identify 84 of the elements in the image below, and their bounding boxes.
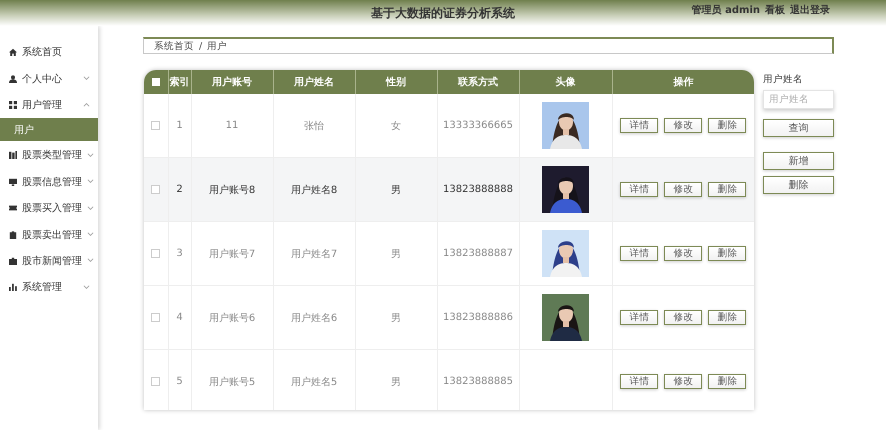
column-header: 头像 bbox=[556, 77, 576, 88]
row-checkbox[interactable] bbox=[151, 248, 160, 258]
row-checkbox[interactable] bbox=[151, 312, 160, 322]
app-title: 基于大数据的证券分析系统 bbox=[371, 6, 515, 20]
home-icon bbox=[9, 48, 17, 56]
column-header: 索引 bbox=[170, 77, 190, 88]
table-cell: 13823888886 bbox=[443, 312, 513, 323]
table-cell: 13823888888 bbox=[443, 184, 513, 195]
table-cell: 用户账号5 bbox=[208, 376, 256, 388]
action-button[interactable]: 删除 bbox=[708, 246, 746, 261]
ticket-icon bbox=[9, 204, 17, 212]
action-button[interactable]: 详情 bbox=[620, 246, 658, 261]
action-button[interactable]: 删除 bbox=[708, 118, 746, 133]
action-button[interactable]: 修改 bbox=[664, 310, 702, 325]
column-header: 联系方式 bbox=[458, 77, 498, 88]
table-cell: 4 bbox=[176, 312, 183, 323]
action-button[interactable]: 详情 bbox=[620, 118, 658, 133]
bar-chart-icon bbox=[9, 283, 17, 292]
sidebar-item[interactable]: 股票信息管理 bbox=[0, 168, 98, 195]
table-cell: 用户姓名8 bbox=[290, 184, 338, 196]
row-checkbox[interactable] bbox=[151, 184, 160, 194]
sidebar-item[interactable]: 个人中心 bbox=[0, 65, 98, 92]
grid-icon bbox=[9, 100, 17, 109]
sidebar-item[interactable]: 系统管理 bbox=[0, 274, 98, 301]
sidebar-item[interactable]: 用户管理 bbox=[0, 92, 98, 118]
table-cell: 1 bbox=[176, 120, 183, 131]
table-cell: 用户账号8 bbox=[208, 184, 256, 196]
table-cell: 女 bbox=[391, 120, 401, 132]
table-cell: 13823888887 bbox=[443, 248, 513, 259]
breadcrumb-item[interactable]: 用户 bbox=[207, 40, 228, 52]
column-header: 用户账号 bbox=[212, 77, 252, 88]
table-cell: 男 bbox=[391, 184, 401, 196]
action-button[interactable]: 修改 bbox=[664, 374, 702, 389]
action-button[interactable]: 删除 bbox=[708, 310, 746, 325]
table-cell: 用户姓名6 bbox=[290, 312, 338, 324]
sidebar-item[interactable]: 股票卖出管理 bbox=[0, 221, 98, 248]
table-cell: 2 bbox=[176, 184, 183, 195]
book-icon bbox=[9, 151, 17, 160]
sidebar-item[interactable]: 股票买入管理 bbox=[0, 194, 98, 222]
action-button[interactable]: 删除 bbox=[708, 182, 746, 197]
table-cell: 男 bbox=[391, 248, 401, 260]
header-link[interactable]: 看板 bbox=[765, 3, 785, 17]
table-cell: 3 bbox=[176, 248, 183, 259]
action-button[interactable]: 删除 bbox=[708, 374, 746, 389]
row-checkbox[interactable] bbox=[151, 376, 160, 386]
table-cell: 用户姓名5 bbox=[290, 376, 338, 388]
header-link[interactable]: 退出登录 bbox=[790, 3, 830, 17]
breadcrumb-separator: / bbox=[199, 40, 202, 52]
panel-button[interactable]: 查询 bbox=[763, 119, 834, 137]
monitor-icon bbox=[9, 178, 17, 186]
sidebar-item[interactable]: 系统首页 bbox=[0, 39, 98, 66]
sidebar-item[interactable]: 股票类型管理 bbox=[0, 142, 98, 169]
breadcrumb-item[interactable]: 系统首页 bbox=[154, 40, 194, 52]
column-header: 性别 bbox=[386, 77, 406, 88]
table-cell: 5 bbox=[176, 376, 183, 387]
field-label: 用户姓名 bbox=[763, 73, 803, 86]
sidebar-subitem[interactable]: 用户 bbox=[0, 118, 98, 142]
table-cell: 用户账号6 bbox=[208, 312, 256, 324]
sidebar-item[interactable]: 股市新闻管理 bbox=[0, 248, 98, 274]
search-field[interactable]: 用户姓名 bbox=[763, 90, 834, 109]
action-button[interactable]: 修改 bbox=[664, 246, 702, 261]
action-button[interactable]: 详情 bbox=[620, 310, 658, 325]
table-cell: 11 bbox=[226, 120, 238, 131]
table-cell: 13823888885 bbox=[443, 376, 513, 387]
header-link[interactable]: 管理员 admin bbox=[692, 3, 760, 17]
action-button[interactable]: 详情 bbox=[620, 182, 658, 197]
clipboard-icon bbox=[9, 230, 17, 239]
table-cell: 男 bbox=[391, 376, 401, 388]
table-cell: 张怡 bbox=[304, 120, 324, 132]
column-header: 用户姓名 bbox=[294, 77, 334, 88]
table-cell: 用户账号7 bbox=[208, 248, 256, 260]
table-cell: 用户姓名7 bbox=[290, 248, 338, 260]
action-button[interactable]: 修改 bbox=[664, 182, 702, 197]
table-cell: 13333366665 bbox=[443, 120, 513, 131]
row-checkbox[interactable] bbox=[151, 120, 160, 130]
select-all-checkbox[interactable] bbox=[152, 78, 160, 86]
user-icon bbox=[9, 74, 17, 83]
briefcase-icon bbox=[9, 256, 17, 265]
action-button[interactable]: 详情 bbox=[620, 374, 658, 389]
panel-button[interactable]: 新增 bbox=[763, 152, 834, 170]
table-cell: 男 bbox=[391, 312, 401, 324]
action-button[interactable]: 修改 bbox=[664, 118, 702, 133]
column-header: 操作 bbox=[673, 77, 694, 88]
panel-button[interactable]: 删除 bbox=[763, 176, 834, 194]
